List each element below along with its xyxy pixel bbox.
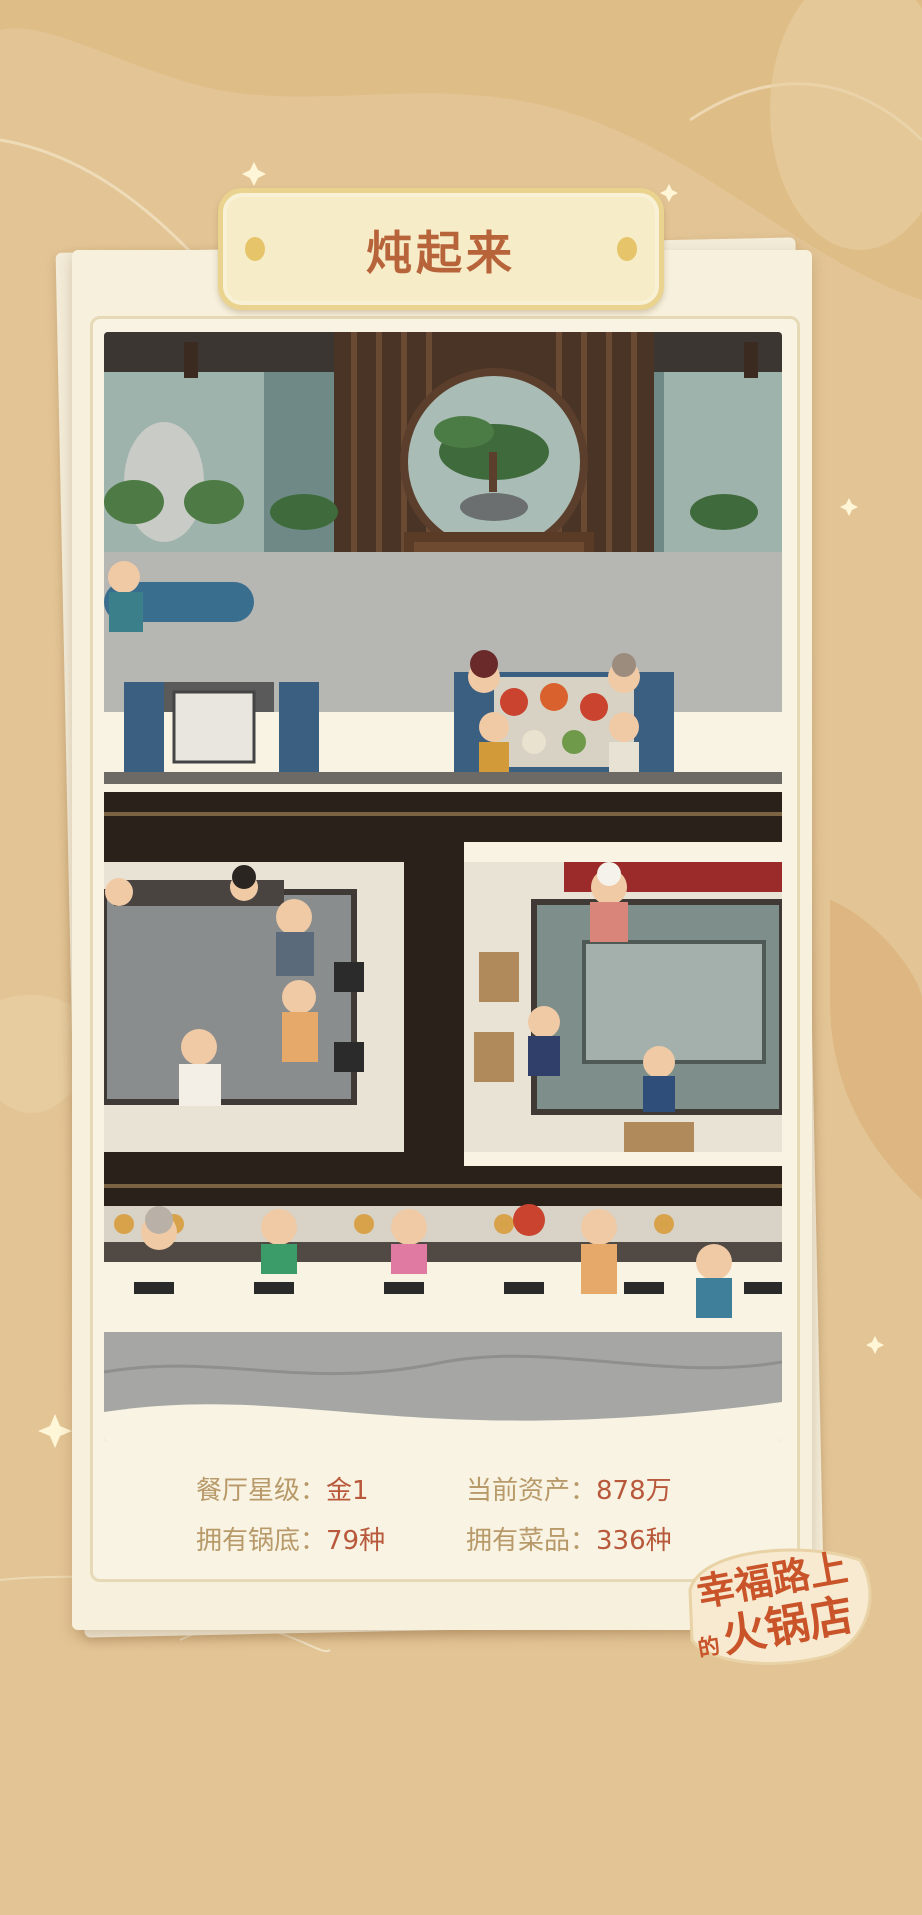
stat-label: 拥有锅底： xyxy=(196,1526,327,1556)
stat-star-level: 餐厅星级：金1 xyxy=(196,1470,369,1507)
stat-assets: 当前资产：878万 xyxy=(466,1470,672,1507)
stat-soup-bases: 拥有锅底：79种 xyxy=(196,1520,385,1557)
logo-small: 的 xyxy=(696,1633,722,1662)
stat-value: 878万 xyxy=(596,1476,672,1506)
game-logo: 幸福路上 的 火锅店 xyxy=(688,1545,872,1665)
title-plaque: 炖起来 xyxy=(218,188,664,310)
stat-dishes: 拥有菜品：336种 xyxy=(466,1520,672,1557)
stat-value: 336种 xyxy=(596,1526,672,1556)
stat-label: 餐厅星级： xyxy=(196,1476,327,1506)
stat-value: 79种 xyxy=(326,1526,386,1556)
page-title: 炖起来 xyxy=(366,226,516,280)
stat-value: 金1 xyxy=(326,1476,369,1506)
restaurant-scene xyxy=(104,332,782,1442)
stat-label: 当前资产： xyxy=(466,1476,597,1506)
stat-label: 拥有菜品： xyxy=(466,1526,597,1556)
